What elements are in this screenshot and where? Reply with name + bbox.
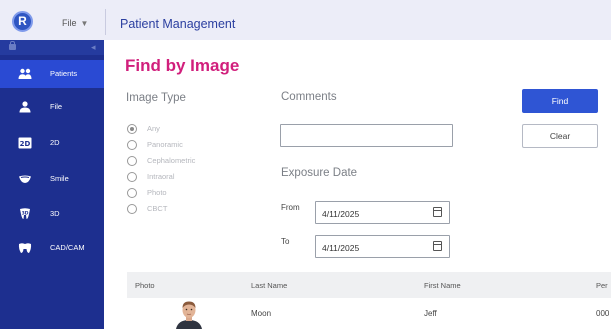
sidebar-item-label: File [50, 102, 63, 111]
person-icon [19, 101, 31, 113]
radio-button[interactable] [127, 140, 137, 150]
radio-button[interactable] [127, 172, 137, 182]
3d-icon: 3D [20, 208, 30, 219]
column-header-last-name[interactable]: Last Name [251, 281, 287, 290]
column-header-partial[interactable]: Per [596, 281, 608, 290]
radio-label: Intraoral [147, 172, 175, 181]
radio-label: Photo [147, 188, 167, 197]
to-date-picker[interactable]: 4/11/2025 [315, 235, 450, 258]
image-type-label: Image Type [126, 92, 186, 104]
to-label: To [281, 237, 290, 246]
file-menu-label: File [62, 18, 77, 28]
svg-text:3D: 3D [22, 211, 29, 217]
from-date-picker[interactable]: 4/11/2025 [315, 201, 450, 224]
sidebar-item-label: Smile [50, 174, 69, 183]
smile-icon [19, 175, 31, 183]
sidebar-item-patients[interactable]: Patients [0, 60, 104, 88]
sidebar-item-2d[interactable]: 2D 2D [0, 129, 104, 157]
sidebar-item-label: 2D [50, 138, 60, 147]
svg-text:2D: 2D [20, 140, 31, 148]
column-header-first-name[interactable]: First Name [424, 281, 461, 290]
sidebar-item-label: Patients [50, 69, 78, 78]
sidebar-item-label: CAD/CAM [50, 243, 85, 252]
radio-label: Panoramic [147, 140, 183, 149]
comments-input[interactable] [280, 124, 453, 147]
file-menu[interactable]: File ▼ [62, 18, 88, 28]
column-header-photo[interactable]: Photo [135, 281, 155, 290]
sidebar-toolbar: ◂ [0, 40, 104, 55]
table-header: Photo Last Name First Name Per [127, 272, 611, 298]
from-label: From [281, 203, 300, 212]
radio-button[interactable] [127, 124, 137, 134]
cell-first-name: Jeff [424, 309, 437, 318]
sidebar-item-cadcam[interactable]: CAD/CAM [0, 234, 104, 262]
from-date-value: 4/11/2025 [322, 209, 360, 219]
top-bar: R File ▼ Patient Management [0, 0, 611, 40]
find-by-image-panel: Find by Image Image Type Any Panoramic C… [104, 40, 611, 329]
cadcam-icon [18, 243, 32, 253]
radio-label: CBCT [147, 204, 168, 213]
module-title: Patient Management [120, 17, 236, 31]
divider [105, 9, 106, 35]
radio-label: Cephalometric [147, 156, 196, 165]
patient-photo [174, 299, 204, 329]
collapse-icon[interactable]: ◂ [91, 42, 96, 53]
app-window: R File ▼ Patient Management ◂ Patients Fi… [0, 0, 611, 329]
sidebar-item-3d[interactable]: 3D 3D [0, 200, 104, 228]
radio-label: Any [147, 124, 160, 133]
sidebar-item-smile[interactable]: Smile [0, 165, 104, 193]
table-row[interactable]: Moon Jeff 000 [127, 298, 611, 329]
chevron-down-icon: ▼ [80, 19, 89, 28]
cell-partial: 000 [596, 309, 610, 318]
page-title: Find by Image [125, 56, 240, 75]
sidebar-item-label: 3D [50, 209, 60, 218]
find-button[interactable]: Find [522, 89, 598, 113]
patients-icon [18, 68, 32, 79]
exposure-date-label: Exposure Date [281, 167, 358, 179]
clear-button[interactable]: Clear [522, 124, 598, 148]
sidebar: ◂ Patients File 2D 2D Smile 3D 3D CAD/CA… [0, 40, 104, 329]
lock-icon[interactable] [9, 41, 16, 50]
to-date-value: 4/11/2025 [322, 243, 360, 253]
cell-last-name: Moon [251, 309, 272, 318]
2d-icon: 2D [18, 137, 32, 149]
radio-button[interactable] [127, 188, 137, 198]
sidebar-item-file[interactable]: File [0, 93, 104, 121]
app-logo[interactable]: R [12, 11, 33, 32]
calendar-icon[interactable] [433, 241, 442, 251]
radio-button[interactable] [127, 204, 137, 214]
comments-label: Comments [281, 91, 337, 103]
radio-button[interactable] [127, 156, 137, 166]
calendar-icon[interactable] [433, 207, 442, 217]
